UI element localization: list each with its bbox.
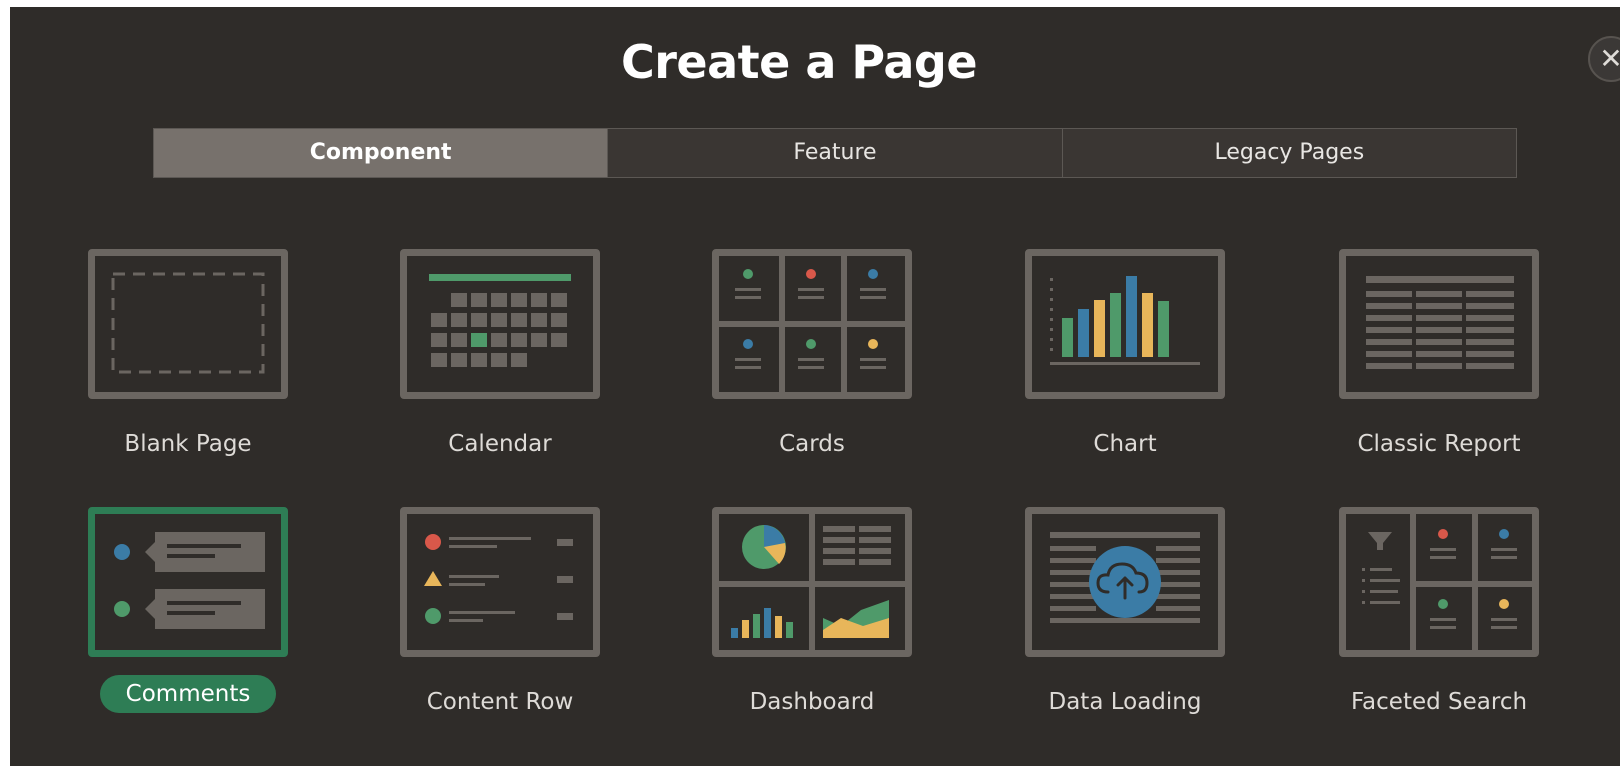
chart-icon [1025, 249, 1225, 399]
calendar-icon [400, 249, 600, 399]
page-type-tabs: Component Feature Legacy Pages [153, 128, 1517, 178]
component-label: Faceted Search [1350, 689, 1528, 715]
component-comments[interactable]: Comments [63, 507, 313, 713]
component-cards[interactable]: Cards [687, 249, 937, 463]
create-page-dialog: Create a Page ✕ Component Feature Legacy… [10, 7, 1620, 766]
component-faceted-search[interactable]: Faceted Search [1314, 507, 1564, 721]
component-label: Comments [99, 675, 277, 713]
component-label: Calendar [448, 431, 552, 457]
component-content-row[interactable]: Content Row [375, 507, 625, 721]
component-label: Classic Report [1357, 431, 1521, 457]
component-data-loading[interactable]: Data Loading [1000, 507, 1250, 721]
data-loading-icon [1025, 507, 1225, 657]
tab-feature[interactable]: Feature [607, 129, 1062, 177]
classic-report-icon [1339, 249, 1539, 399]
dashboard-icon [712, 507, 912, 657]
component-label: Content Row [426, 689, 574, 715]
component-label: Cards [779, 431, 845, 457]
component-label: Blank Page [124, 431, 252, 457]
blank-page-icon [88, 249, 288, 399]
tab-component[interactable]: Component [154, 129, 608, 177]
component-chart[interactable]: Chart [1000, 249, 1250, 463]
component-classic-report[interactable]: Classic Report [1314, 249, 1564, 463]
component-calendar[interactable]: Calendar [375, 249, 625, 463]
tab-legacy-pages[interactable]: Legacy Pages [1061, 129, 1516, 177]
close-icon: ✕ [1599, 42, 1620, 75]
component-label: Dashboard [749, 689, 875, 715]
component-label: Data Loading [1048, 689, 1202, 715]
content-row-icon [400, 507, 600, 657]
component-blank-page[interactable]: Blank Page [63, 249, 313, 463]
component-label: Chart [1093, 431, 1157, 457]
faceted-search-icon [1339, 507, 1539, 657]
cards-icon [712, 249, 912, 399]
component-dashboard[interactable]: Dashboard [687, 507, 937, 721]
comments-icon [88, 507, 288, 657]
dialog-title: Create a Page [620, 35, 978, 89]
close-button[interactable]: ✕ [1588, 36, 1620, 82]
